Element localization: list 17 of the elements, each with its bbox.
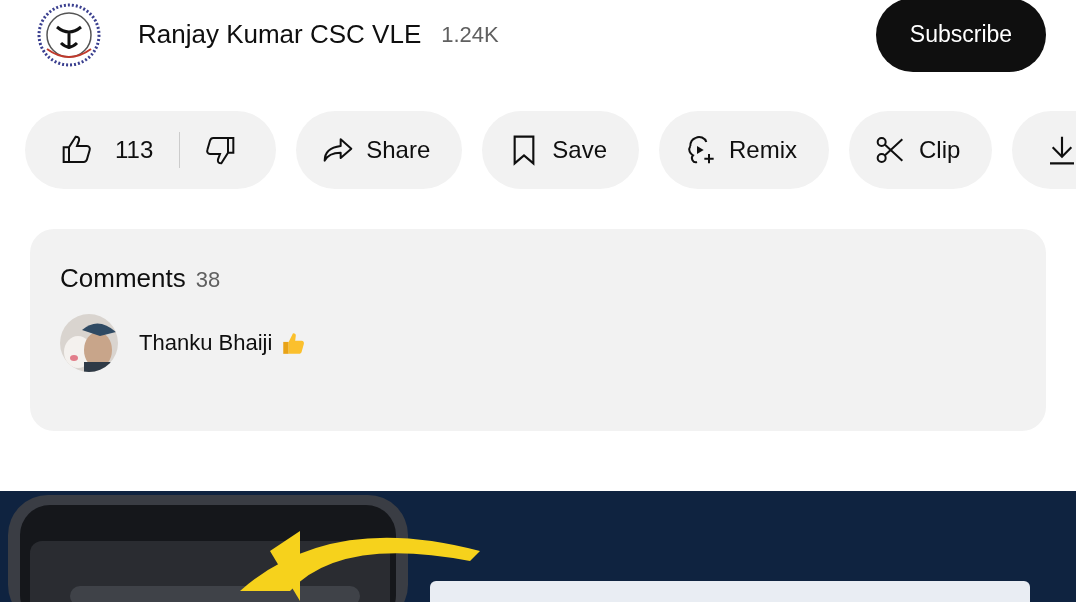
thumbs-up-icon xyxy=(280,330,307,356)
channel-logo-icon[interactable] xyxy=(37,2,101,67)
comment-count: 38 xyxy=(195,267,221,293)
channel-name[interactable]: Ranjay Kumar CSC VLE xyxy=(138,19,422,50)
subscriber-count: 1.24K xyxy=(441,21,499,48)
comment-text: Thanku Bhaiji xyxy=(139,330,273,356)
share-button[interactable]: Share xyxy=(296,111,463,189)
clip-button[interactable]: Clip xyxy=(849,111,993,189)
subscribe-button[interactable]: Subscribe xyxy=(876,0,1046,72)
thumbs-up-icon xyxy=(61,134,93,166)
save-button[interactable]: Save xyxy=(482,111,639,189)
comments-title: Comments xyxy=(60,263,186,294)
like-button[interactable]: 113 xyxy=(25,111,154,189)
thumbs-down-icon xyxy=(204,134,237,166)
comments-card[interactable]: Comments 38 Thanku Bhaiji xyxy=(30,229,1046,431)
remix-icon xyxy=(685,134,717,166)
remix-button[interactable]: Remix xyxy=(659,111,830,189)
